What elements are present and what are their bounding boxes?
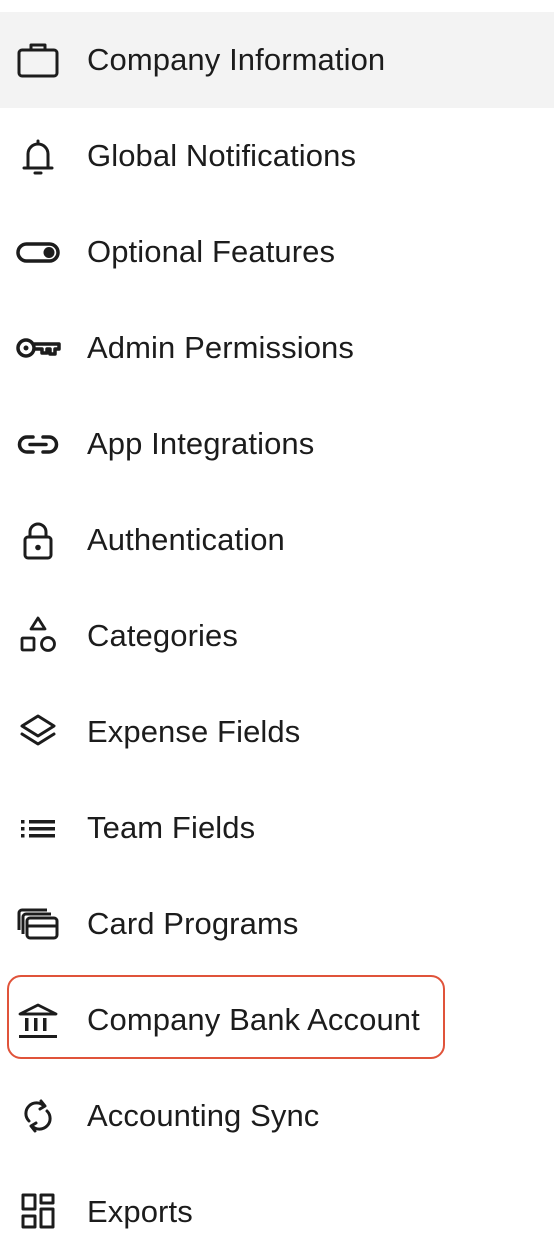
menu-item-company-bank-account[interactable]: Company Bank Account bbox=[0, 972, 554, 1068]
menu-item-authentication[interactable]: Authentication bbox=[0, 492, 554, 588]
settings-menu: Company Information Global Notifications… bbox=[0, 0, 554, 1256]
menu-item-categories[interactable]: Categories bbox=[0, 588, 554, 684]
menu-item-accounting-sync[interactable]: Accounting Sync bbox=[0, 1068, 554, 1164]
toggle-icon bbox=[14, 231, 62, 273]
menu-item-label: Admin Permissions bbox=[87, 330, 355, 365]
menu-item-company-information[interactable]: Company Information bbox=[0, 12, 554, 108]
menu-item-label: Global Notifications bbox=[87, 138, 357, 173]
menu-item-label: Optional Features bbox=[87, 234, 336, 269]
menu-item-label: Company Bank Account bbox=[87, 1002, 420, 1037]
briefcase-icon bbox=[14, 39, 62, 81]
menu-item-team-fields[interactable]: Team Fields bbox=[0, 780, 554, 876]
key-icon bbox=[14, 327, 62, 369]
lock-icon bbox=[14, 519, 62, 561]
menu-item-optional-features[interactable]: Optional Features bbox=[0, 204, 554, 300]
list-icon bbox=[14, 807, 62, 849]
menu-item-label: Exports bbox=[87, 1194, 193, 1229]
menu-item-label: Company Information bbox=[87, 42, 386, 77]
bank-icon bbox=[14, 999, 62, 1041]
menu-item-app-integrations[interactable]: App Integrations bbox=[0, 396, 554, 492]
grid-icon bbox=[14, 1191, 62, 1233]
shapes-icon bbox=[14, 615, 62, 657]
cards-icon bbox=[14, 903, 62, 945]
layers-icon bbox=[14, 711, 62, 753]
menu-item-label: Expense Fields bbox=[87, 714, 301, 749]
sync-icon bbox=[14, 1095, 62, 1137]
menu-item-label: Categories bbox=[87, 618, 238, 653]
menu-item-admin-permissions[interactable]: Admin Permissions bbox=[0, 300, 554, 396]
menu-item-global-notifications[interactable]: Global Notifications bbox=[0, 108, 554, 204]
link-icon bbox=[14, 423, 62, 465]
menu-item-card-programs[interactable]: Card Programs bbox=[0, 876, 554, 972]
menu-item-label: Team Fields bbox=[87, 810, 256, 845]
menu-item-expense-fields[interactable]: Expense Fields bbox=[0, 684, 554, 780]
menu-item-exports[interactable]: Exports bbox=[0, 1164, 554, 1260]
menu-item-label: Authentication bbox=[87, 522, 285, 557]
menu-item-label: Card Programs bbox=[87, 906, 299, 941]
menu-item-label: App Integrations bbox=[87, 426, 315, 461]
bell-icon bbox=[14, 135, 62, 177]
menu-item-label: Accounting Sync bbox=[87, 1098, 320, 1133]
